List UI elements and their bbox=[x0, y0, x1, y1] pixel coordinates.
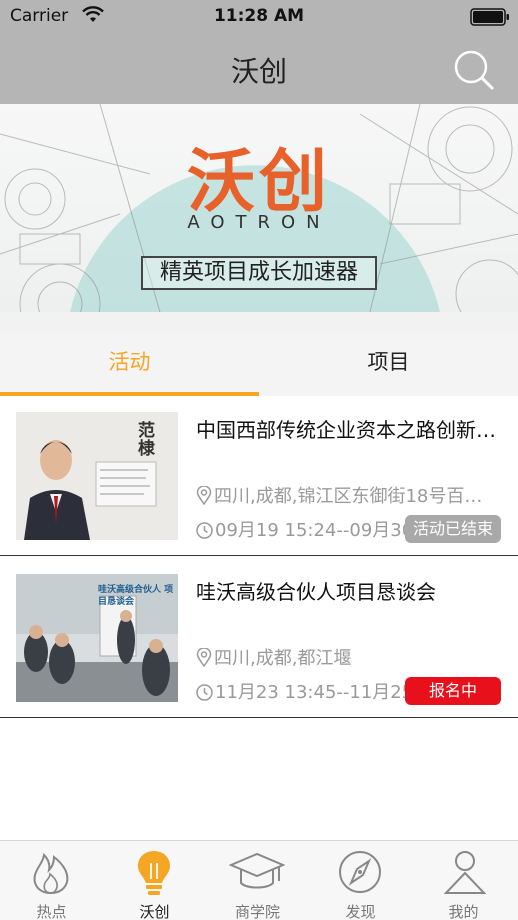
status-bar: Carrier 11:28 AM bbox=[0, 0, 518, 34]
activity-list-item[interactable]: 哇沃高级合伙人 项目恳谈会 哇沃高级合伙人项目恳谈会 四川,成都,都江堰 11月… bbox=[0, 558, 518, 718]
activity-location-text: 四川,成都,锦江区东御街18号百… bbox=[214, 486, 483, 507]
search-icon[interactable] bbox=[450, 46, 496, 92]
segment-tabs: 活动 项目 bbox=[0, 332, 518, 396]
section-divider bbox=[0, 312, 518, 332]
status-badge: 报名中 bbox=[405, 677, 501, 705]
activity-location: 四川,成都,都江堰 bbox=[196, 644, 501, 670]
activity-thumbnail: 范棣 bbox=[16, 412, 178, 540]
page-title: 沃创 bbox=[230, 55, 287, 88]
tabbar-item-hot[interactable]: 热点 bbox=[0, 841, 103, 920]
tab-activities[interactable]: 活动 bbox=[0, 332, 259, 396]
compass-icon bbox=[339, 851, 381, 893]
activity-thumbnail: 哇沃高级合伙人 项目恳谈会 bbox=[16, 574, 178, 702]
tabbar-label: 我的 bbox=[448, 903, 479, 920]
activity-location: 四川,成都,锦江区东御街18号百… bbox=[196, 482, 501, 508]
tabbar-label: 商学院 bbox=[234, 903, 280, 920]
activity-list-item[interactable]: 范棣 中国西部传统企业资本之路创新… 四川,成都,锦江区东御街18号百… 09月… bbox=[0, 396, 518, 556]
activity-location-text: 四川,成都,都江堰 bbox=[214, 648, 352, 669]
status-time: 11:28 AM bbox=[213, 6, 305, 26]
tabbar-label: 发现 bbox=[345, 903, 376, 920]
location-pin-icon bbox=[196, 486, 212, 505]
tabbar-label: 沃创 bbox=[139, 903, 170, 920]
flame-icon bbox=[33, 852, 69, 895]
tab-projects[interactable]: 项目 bbox=[259, 332, 518, 396]
battery-icon bbox=[470, 8, 509, 26]
tabbar-item-discover[interactable]: 发现 bbox=[309, 841, 412, 920]
tabbar-item-academy[interactable]: 商学院 bbox=[206, 841, 309, 920]
status-badge: 活动已结束 bbox=[405, 515, 501, 543]
thumbnail-caption: 范棣 bbox=[138, 421, 155, 459]
brand-logo: 沃创 bbox=[186, 143, 331, 222]
location-pin-icon bbox=[196, 648, 212, 667]
activity-time-text: 09月19 15:24--09月30 bbox=[215, 520, 414, 541]
tabbar-label: 热点 bbox=[36, 903, 67, 920]
activity-time-text: 11月23 13:45--11月25 bbox=[215, 682, 414, 703]
brand-subtitle: AOTRON bbox=[187, 212, 331, 233]
bottom-tab-bar: 热点 沃创 商学院 发现 我的 bbox=[0, 840, 518, 920]
navigation-bar: 沃创 bbox=[0, 34, 518, 104]
person-icon bbox=[443, 851, 487, 894]
clock-icon bbox=[196, 684, 213, 701]
clock-icon bbox=[196, 522, 213, 539]
activity-title: 中国西部传统企业资本之路创新… bbox=[196, 418, 496, 442]
graduation-cap-icon bbox=[229, 852, 285, 889]
brand-slogan: 精英项目成长加速器 bbox=[141, 256, 377, 290]
hero-banner[interactable]: 沃创 AOTRON 精英项目成长加速器 bbox=[0, 104, 518, 312]
tabbar-item-me[interactable]: 我的 bbox=[412, 841, 515, 920]
activity-title: 哇沃高级合伙人项目恳谈会 bbox=[196, 580, 436, 604]
lightbulb-icon bbox=[138, 851, 170, 895]
tabbar-item-aotron[interactable]: 沃创 bbox=[103, 841, 206, 920]
thumbnail-caption: 哇沃高级合伙人 项目恳谈会 bbox=[98, 585, 174, 607]
